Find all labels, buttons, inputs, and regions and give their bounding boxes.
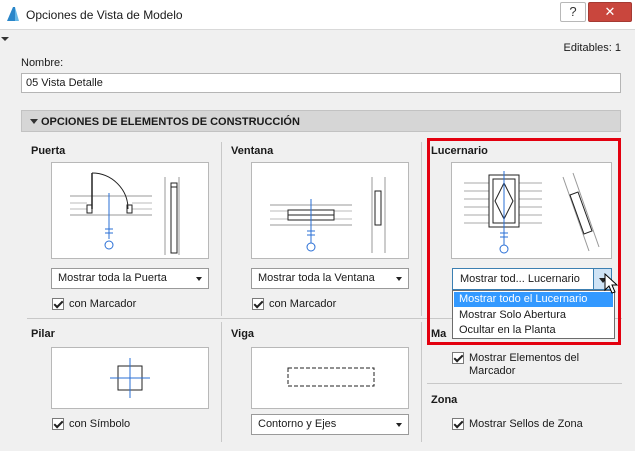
column-divider [421, 142, 422, 316]
ventana-preview [251, 162, 409, 259]
highlight-annotation [427, 138, 621, 345]
puerta-display-dropdown[interactable]: Mostrar toda la Puerta [51, 268, 209, 289]
column-plan-icon [110, 358, 150, 398]
column-divider [221, 142, 222, 316]
checkbox-checked-icon[interactable] [252, 298, 264, 310]
column-divider [221, 322, 222, 442]
archicad-logo-icon [7, 7, 19, 21]
panel-collapse-icon[interactable] [1, 37, 9, 41]
row-divider [427, 383, 622, 384]
section-collapse-icon[interactable] [30, 119, 38, 124]
checkbox-label: Mostrar Sellos de Zona [469, 418, 583, 430]
pilar-title: Pilar [31, 328, 55, 340]
ventana-dropdown-value: Mostrar toda la Ventana [258, 272, 375, 284]
checkbox-label: con Marcador [269, 298, 337, 310]
checkbox-checked-icon[interactable] [52, 418, 64, 430]
puerta-preview [51, 162, 209, 259]
chevron-down-icon [396, 423, 402, 427]
section-header-building-elements[interactable]: OPCIONES DE ELEMENTOS DE CONSTRUCCIÓN [21, 110, 621, 132]
checkbox-label-line1: Mostrar Elementos del [469, 352, 580, 364]
name-label: Nombre: [21, 57, 64, 69]
viga-display-dropdown[interactable]: Contorno y Ejes [251, 414, 409, 435]
puerta-title: Puerta [31, 145, 66, 157]
close-button[interactable]: ✕ [588, 2, 632, 22]
checkbox-checked-icon[interactable] [452, 418, 464, 430]
column-divider [421, 322, 422, 442]
title-bar: Opciones de Vista de Modelo ? ✕ [0, 0, 635, 30]
section-title: OPCIONES DE ELEMENTOS DE CONSTRUCCIÓN [41, 116, 300, 128]
checkbox-label: con Marcador [69, 298, 137, 310]
viga-preview [251, 347, 409, 409]
checkbox-label-line2: Marcador [469, 365, 516, 377]
mouse-pointer-icon [604, 273, 619, 294]
door-plan-icon [70, 172, 180, 255]
checkbox-checked-icon[interactable] [452, 352, 464, 364]
chevron-down-icon [196, 277, 202, 281]
editables-count: Editables: 1 [563, 42, 621, 54]
help-button[interactable]: ? [560, 2, 586, 22]
checkbox-label: con Símbolo [69, 418, 131, 430]
zona-title: Zona [431, 394, 458, 406]
ventana-display-dropdown[interactable]: Mostrar toda la Ventana [251, 268, 409, 289]
name-input[interactable] [21, 73, 621, 93]
chevron-down-icon [396, 277, 402, 281]
viga-dropdown-value: Contorno y Ejes [258, 418, 337, 430]
window-title: Opciones de Vista de Modelo [26, 8, 183, 22]
checkbox-checked-icon[interactable] [52, 298, 64, 310]
window-plan-icon [270, 177, 386, 253]
puerta-dropdown-value: Mostrar toda la Puerta [58, 272, 167, 284]
beam-plan-icon [287, 367, 375, 387]
pilar-preview [51, 347, 209, 409]
viga-title: Viga [231, 328, 255, 340]
ventana-title: Ventana [231, 145, 274, 157]
